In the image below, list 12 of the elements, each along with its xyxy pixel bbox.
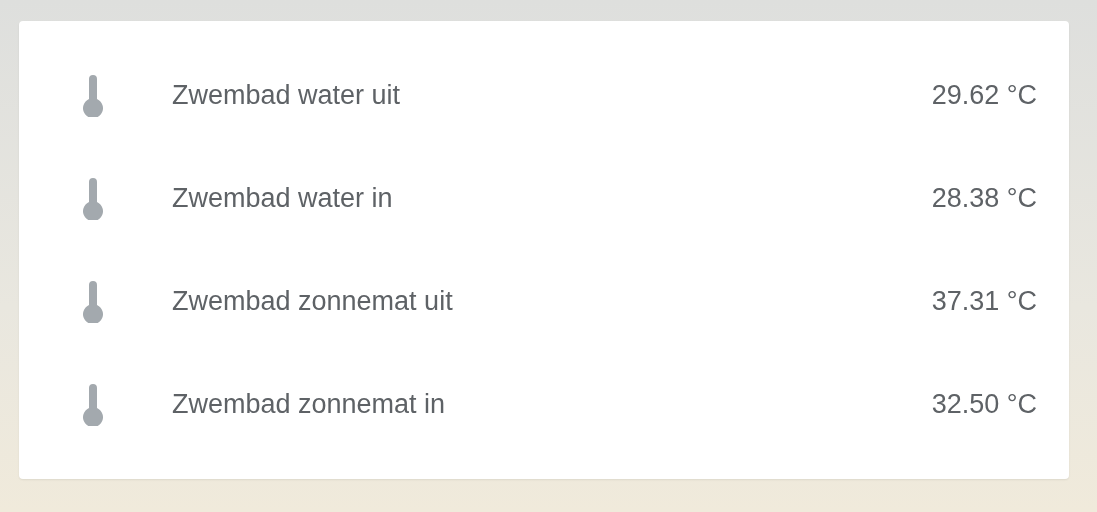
sensor-value: 32.50 °C — [931, 389, 1037, 420]
thermometer-icon — [81, 74, 105, 117]
thermometer-icon — [81, 383, 105, 426]
thermometer-icon — [81, 177, 105, 220]
sensor-name: Zwembad water uit — [172, 80, 402, 111]
sensor-value: 29.62 °C — [931, 80, 1037, 111]
sensor-value: 37.31 °C — [931, 286, 1037, 317]
sensor-name: Zwembad zonnemat uit — [172, 286, 454, 317]
sensor-name: Zwembad water in — [172, 183, 394, 214]
sensor-value: 28.38 °C — [931, 183, 1037, 214]
sensor-name: Zwembad zonnemat in — [172, 389, 447, 420]
thermometer-icon — [81, 280, 105, 323]
